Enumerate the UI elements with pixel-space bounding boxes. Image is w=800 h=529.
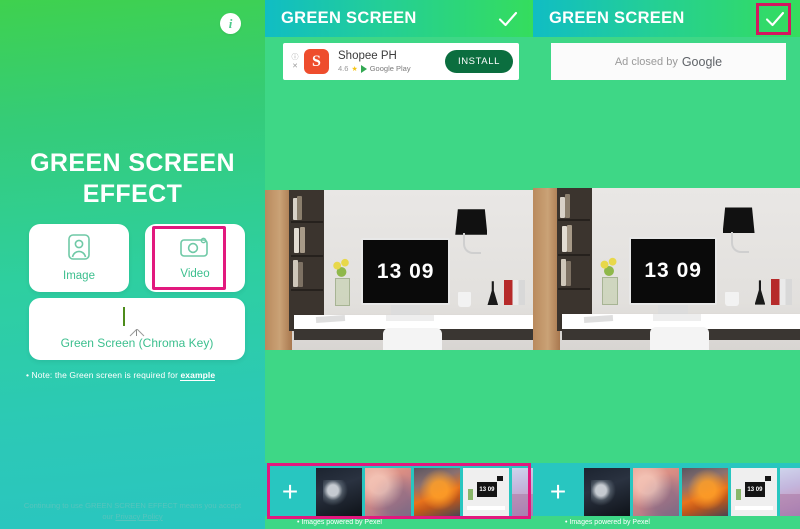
privacy-policy-link[interactable]: Privacy Policy [115, 512, 162, 521]
google-play-icon [360, 64, 367, 73]
list-item[interactable] [512, 468, 533, 516]
main-preview-photo-right[interactable]: 13 09 [533, 188, 800, 350]
add-background-button[interactable]: + [535, 468, 581, 516]
filmstrip-right: + 13 09 • Images powered by Pexel [533, 463, 800, 529]
main-preview-photo-middle[interactable]: 13 09 [265, 190, 533, 350]
header-title-right: GREEN SCREEN [549, 9, 685, 27]
install-ad-banner[interactable]: ⓘ ✕ S Shopee PH 4.6 ★ Google Play INSTAL… [283, 43, 519, 80]
header-title-middle: GREEN SCREEN [281, 9, 417, 27]
google-wordmark: Google [681, 54, 723, 69]
ad-container-middle: ⓘ ✕ S Shopee PH 4.6 ★ Google Play INSTAL… [265, 37, 533, 80]
add-background-button[interactable]: + [267, 468, 313, 516]
footer-line-2: our [102, 512, 116, 521]
phone-screenshot-right: GREEN SCREEN Ad closed by Google 13 09 +… [533, 0, 800, 529]
chroma-key-label: Green Screen (Chroma Key) [60, 336, 214, 350]
screenshot-root: i GREEN SCREEN EFFECT Image Video Green … [0, 0, 800, 529]
video-mode-label: Video [180, 268, 210, 280]
privacy-footer: Continuing to use GREEN SCREEN EFFECT me… [0, 500, 265, 522]
ad-rating-value: 4.6 [338, 64, 349, 74]
star-icon: ★ [351, 65, 358, 73]
ad-app-name: Shopee PH [338, 49, 397, 62]
app-home-panel: i GREEN SCREEN EFFECT Image Video Green … [0, 0, 265, 529]
chroma-key-button[interactable]: Green Screen (Chroma Key) [29, 298, 245, 360]
list-item[interactable]: 13 09 [731, 468, 777, 516]
info-icon[interactable]: i [220, 13, 241, 34]
list-item[interactable] [780, 468, 800, 516]
note-example-link[interactable]: example [180, 370, 216, 381]
requirement-note: • Note: the Green screen is required for… [26, 370, 246, 381]
ad-closed-text: Ad closed by [614, 55, 678, 68]
list-item[interactable] [682, 468, 728, 516]
app-title-line2: EFFECT [82, 180, 183, 209]
ad-store-name: Google Play [369, 64, 411, 74]
list-item[interactable] [316, 468, 362, 516]
phone-screenshot-middle: GREEN SCREEN ⓘ ✕ S Shopee PH 4.6 ★ Googl… [265, 0, 533, 529]
portrait-icon [68, 234, 90, 265]
image-mode-button[interactable]: Image [29, 224, 129, 292]
camera-icon [180, 236, 210, 263]
app-header-middle: GREEN SCREEN [265, 0, 533, 37]
page-title: GREEN SCREEN EFFECT [0, 148, 265, 211]
list-item[interactable] [365, 468, 411, 516]
list-item[interactable] [414, 468, 460, 516]
thumb-clock-time: 13 09 [479, 486, 495, 493]
thumb-clock-time: 13 09 [747, 486, 763, 493]
ad-info-icon[interactable]: ⓘ [292, 54, 299, 61]
ad-container-right: Ad closed by Google [533, 37, 800, 80]
shopee-app-icon: S [304, 49, 329, 74]
check-icon[interactable] [764, 8, 786, 30]
ad-closed-banner: Ad closed by Google [551, 43, 786, 80]
install-button[interactable]: INSTALL [444, 50, 513, 73]
preview-clock-time-middle: 13 09 [376, 259, 435, 283]
video-mode-button[interactable]: Video [145, 224, 245, 292]
green-screen-board-icon [123, 307, 151, 337]
image-credit-middle: • Images powered by Pexel [265, 516, 533, 529]
list-item[interactable] [584, 468, 630, 516]
app-title-line1: GREEN SCREEN [30, 149, 235, 177]
preview-clock-time-right: 13 09 [644, 258, 702, 282]
filmstrip-middle: + 13 09 • Images powered by Pexel [265, 463, 533, 529]
image-credit-right: • Images powered by Pexel [533, 516, 800, 529]
list-item[interactable] [633, 468, 679, 516]
note-text: • Note: the Green screen is required for [26, 370, 181, 380]
footer-line-1: Continuing to use GREEN SCREEN EFFECT me… [23, 501, 242, 510]
list-item[interactable]: 13 09 [463, 468, 509, 516]
ad-text-block: Shopee PH 4.6 ★ Google Play [338, 50, 445, 73]
check-icon[interactable] [497, 8, 519, 30]
image-mode-label: Image [63, 270, 95, 282]
ad-info-close-icons[interactable]: ⓘ ✕ [289, 54, 301, 70]
ad-close-icon[interactable]: ✕ [292, 63, 298, 70]
app-header-right: GREEN SCREEN [533, 0, 800, 37]
